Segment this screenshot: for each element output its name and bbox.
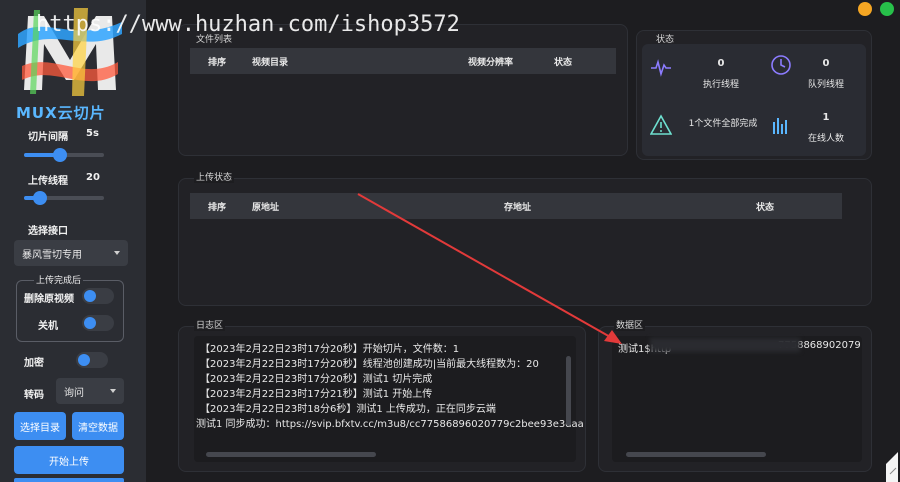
minimize-button[interactable] xyxy=(858,2,872,16)
annotation-arrow-icon xyxy=(357,193,622,344)
watermark-text: https://www.huzhan.com/ishop3572 xyxy=(36,12,460,37)
maximize-button[interactable] xyxy=(880,2,894,16)
resize-grip-icon[interactable] xyxy=(884,444,900,482)
